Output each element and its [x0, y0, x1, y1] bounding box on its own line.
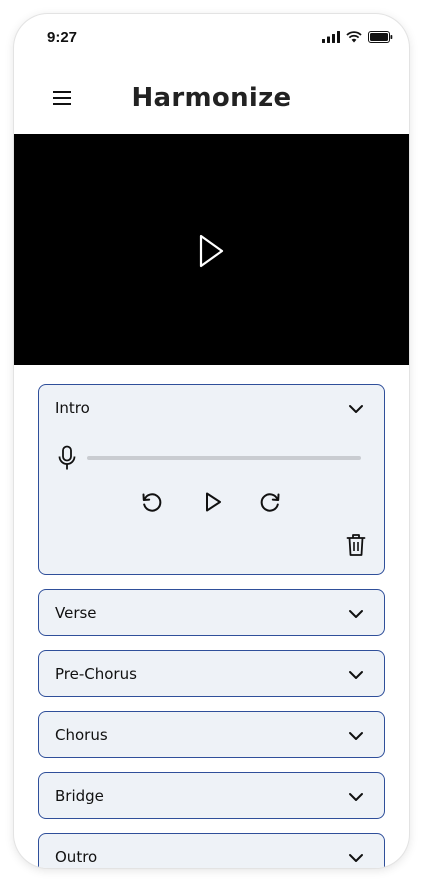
section-label: Intro [55, 399, 90, 417]
video-player[interactable] [14, 134, 409, 365]
battery-icon [368, 31, 393, 43]
section-label: Chorus [55, 726, 108, 744]
chevron-down-icon[interactable] [348, 667, 364, 683]
play-icon[interactable] [201, 490, 225, 514]
app-title: Harmonize [131, 83, 292, 113]
section-label: Outro [55, 848, 98, 866]
section-card-bridge[interactable]: Bridge [38, 772, 385, 819]
wifi-icon [346, 31, 362, 43]
trash-icon[interactable] [346, 533, 366, 557]
chevron-down-icon[interactable] [348, 789, 364, 805]
recording-progress-bar[interactable] [87, 456, 361, 460]
chevron-down-icon[interactable] [348, 850, 364, 866]
forward-icon[interactable] [258, 490, 282, 514]
signal-icon [322, 31, 340, 43]
app-bar: Harmonize [14, 69, 409, 133]
section-card-pre-chorus[interactable]: Pre-Chorus [38, 650, 385, 697]
section-label: Bridge [55, 787, 104, 805]
section-card-intro: Intro [38, 384, 385, 575]
rewind-icon[interactable] [140, 490, 164, 514]
section-label: Pre-Chorus [55, 665, 137, 683]
status-icons [322, 31, 393, 43]
status-bar: 9:27 [14, 14, 409, 64]
status-time: 9:27 [47, 29, 78, 46]
chevron-down-icon[interactable] [348, 401, 364, 417]
phone-frame: 9:27 Harmonize Intro Verse Pre-Chorus Ch… [14, 14, 409, 868]
section-card-verse[interactable]: Verse [38, 589, 385, 636]
chevron-down-icon[interactable] [348, 606, 364, 622]
section-label: Verse [55, 604, 97, 622]
section-card-outro[interactable]: Outro [38, 833, 385, 868]
sections-list: Intro Verse Pre-Chorus Chorus Bridge Out… [38, 384, 385, 868]
microphone-icon[interactable] [57, 445, 77, 471]
play-icon[interactable] [196, 232, 226, 270]
section-card-chorus[interactable]: Chorus [38, 711, 385, 758]
chevron-down-icon[interactable] [348, 728, 364, 744]
